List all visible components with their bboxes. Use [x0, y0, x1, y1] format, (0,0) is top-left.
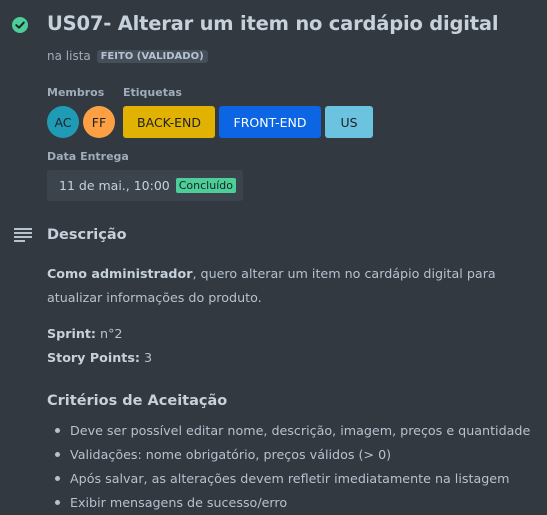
due-date-label: Data Entrega — [47, 150, 129, 163]
card-detail: US07- Alterar um item no cardápio digita… — [0, 0, 547, 515]
due-date-status-badge: Concluído — [175, 178, 236, 193]
due-date-button[interactable]: 11 de mai., 10:00 Concluído — [47, 170, 243, 201]
sprint-value: n°2 — [96, 326, 123, 341]
description-heading: Descrição — [47, 227, 127, 243]
story-points-label: Story Points: — [47, 350, 140, 365]
list-item: Validações: nome obrigatório, preços vál… — [47, 444, 530, 468]
list-prefix: na lista — [47, 49, 91, 63]
check-circle-icon[interactable] — [12, 17, 28, 33]
sprint-line: Sprint: n°2 — [47, 322, 539, 346]
story-points-line: Story Points: 3 — [47, 346, 539, 370]
label-back-end[interactable]: BACK-END — [123, 106, 215, 138]
description-icon — [14, 228, 32, 242]
card-title[interactable]: US07- Alterar um item no cardápio digita… — [47, 12, 499, 35]
list-name-badge[interactable]: FEITO (VALIDADO) — [96, 50, 208, 63]
list-item: Deve ser possível editar nome, descrição… — [47, 420, 530, 444]
due-date-value: 11 de mai., 10:00 — [59, 178, 170, 193]
list-item: Exibir mensagens de sucesso/erro — [47, 492, 530, 515]
avatar-member-2[interactable]: FF — [83, 106, 115, 138]
avatar-member-1[interactable]: AC — [47, 106, 79, 138]
description-intro[interactable]: Como administrador, quero alterar um ite… — [47, 262, 539, 310]
description-intro-bold: Como administrador — [47, 266, 193, 281]
label-us[interactable]: US — [325, 106, 373, 138]
sprint-label: Sprint: — [47, 326, 96, 341]
labels-label: Etiquetas — [123, 86, 182, 99]
criteria-list: Deve ser possível editar nome, descrição… — [47, 420, 530, 515]
label-front-end[interactable]: FRONT-END — [219, 106, 321, 138]
list-info: na lista FEITO (VALIDADO) — [47, 49, 208, 63]
criteria-heading: Critérios de Aceitação — [47, 393, 228, 409]
story-points-value: 3 — [139, 350, 153, 365]
list-item: Após salvar, as alterações devem refleti… — [47, 468, 530, 492]
members-label: Membros — [47, 86, 105, 99]
